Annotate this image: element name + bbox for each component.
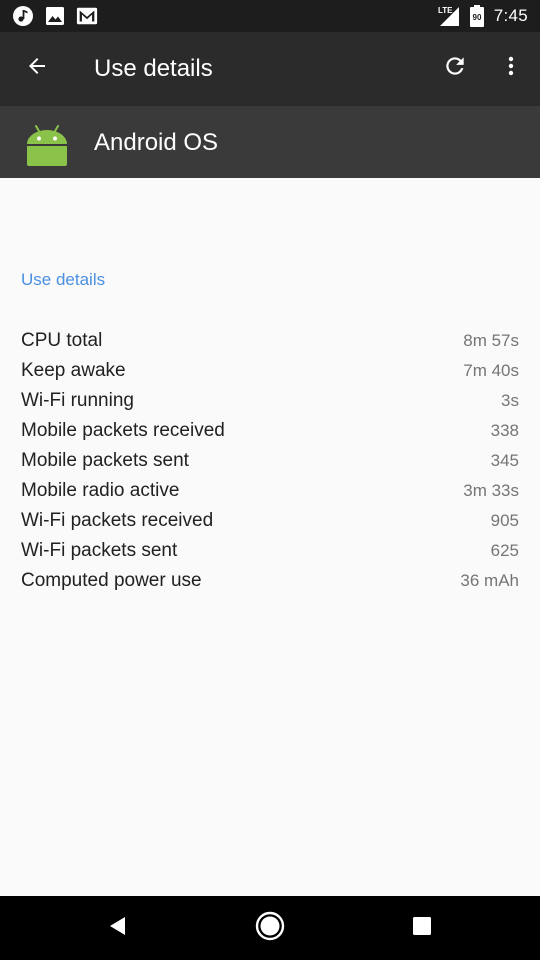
detail-label: Wi-Fi running [21, 390, 134, 411]
svg-text:90: 90 [472, 13, 481, 22]
detail-value: 625 [490, 541, 519, 560]
detail-row-mobile-radio-active: Mobile radio active 3m 33s [21, 476, 519, 506]
nav-recents-button[interactable] [400, 906, 444, 950]
app-bar: Use details [0, 32, 540, 106]
page-title: Use details [94, 55, 213, 82]
status-time: 7:45 [493, 6, 528, 25]
refresh-icon [442, 53, 468, 84]
nav-recents-icon [412, 916, 432, 941]
detail-value: 338 [490, 421, 519, 440]
detail-row-mobile-packets-sent: Mobile packets sent 345 [21, 446, 519, 476]
app-name: Android OS [94, 129, 219, 156]
detail-value: 3m 33s [463, 481, 519, 500]
section-header: Use details [21, 270, 106, 289]
detail-row-wifi-packets-sent: Wi-Fi packets sent 625 [21, 536, 519, 566]
svg-text:LTE: LTE [438, 6, 453, 15]
music-note-icon [12, 5, 34, 27]
detail-row-keep-awake: Keep awake 7m 40s [21, 356, 519, 386]
navigation-bar [0, 896, 540, 960]
refresh-button[interactable] [434, 47, 476, 89]
battery-icon: 90 [469, 5, 484, 27]
app-header: Android OS [0, 106, 540, 178]
lte-signal-icon: LTE [438, 5, 460, 27]
details-list: CPU total 8m 57s Keep awake 7m 40s Wi-Fi… [21, 326, 519, 596]
detail-value: 345 [490, 451, 519, 470]
overflow-menu-button[interactable] [490, 47, 532, 89]
nav-back-icon [107, 915, 129, 942]
detail-label: Wi-Fi packets received [21, 510, 214, 531]
status-bar: LTE 90 7:45 [0, 0, 540, 32]
detail-value: 7m 40s [463, 361, 519, 380]
detail-row-wifi-running: Wi-Fi running 3s [21, 386, 519, 416]
status-notifications [12, 5, 108, 27]
detail-row-computed-power-use: Computed power use 36 mAh [21, 566, 519, 596]
overflow-menu-icon [499, 54, 523, 83]
nav-home-icon [255, 911, 285, 946]
detail-label: Mobile packets sent [21, 450, 189, 471]
detail-value: 8m 57s [463, 331, 519, 350]
detail-label: Mobile packets received [21, 420, 225, 441]
detail-value: 905 [490, 511, 519, 530]
detail-label: Keep awake [21, 360, 126, 381]
back-arrow-icon [25, 54, 49, 83]
detail-label: Mobile radio active [21, 480, 180, 501]
detail-value: 36 mAh [460, 571, 519, 590]
detail-row-cpu-total: CPU total 8m 57s [21, 326, 519, 356]
detail-row-wifi-packets-received: Wi-Fi packets received 905 [21, 506, 519, 536]
detail-label: Wi-Fi packets sent [21, 540, 178, 561]
android-robot-icon [24, 120, 70, 166]
detail-row-mobile-packets-received: Mobile packets received 338 [21, 416, 519, 446]
gmail-icon [76, 5, 98, 27]
detail-label: Computed power use [21, 570, 202, 591]
image-icon [44, 5, 66, 27]
detail-value: 3s [501, 391, 519, 410]
back-button[interactable] [16, 47, 58, 89]
status-system: LTE 90 7:45 [438, 4, 528, 28]
nav-home-button[interactable] [248, 906, 292, 950]
nav-back-button[interactable] [96, 906, 140, 950]
detail-label: CPU total [21, 330, 103, 351]
